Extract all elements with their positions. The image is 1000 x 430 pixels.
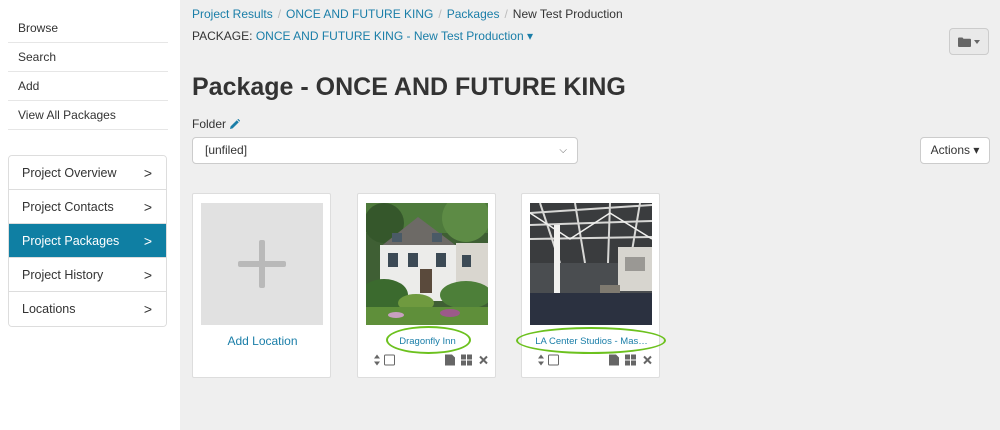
location-name-link[interactable]: Dragonfly Inn [358,336,497,347]
package-label: PACKAGE: [192,29,253,43]
sidebar-top-links: Browse Search Add View All Packages [8,14,168,130]
sidebar: Browse Search Add View All Packages Proj… [0,0,180,430]
sort-icon[interactable] [374,354,380,366]
project-nav-overview[interactable]: Project Overview > [9,156,166,190]
chevron-right-icon: > [143,301,152,317]
location-card: Dragonfly Inn [357,193,496,378]
breadcrumb: Project Results / ONCE AND FUTURE KING / Pac… [192,7,623,21]
chevron-right-icon: > [143,233,152,249]
chevron-down-icon: ⌵ [559,145,567,156]
project-nav-contacts[interactable]: Project Contacts > [9,190,166,224]
breadcrumb-link-packages[interactable]: Packages [447,7,500,21]
location-photo[interactable] [366,203,488,325]
location-name-link[interactable]: LA Center Studios - Mas… [522,336,661,347]
sidebar-link-view-all-packages[interactable]: View All Packages [8,101,168,130]
folder-select-value: [unfiled] [205,143,248,157]
checkbox-icon[interactable] [548,354,559,366]
project-nav: Project Overview > Project Contacts > Pr… [8,155,167,327]
breadcrumb-separator: / [438,7,442,21]
caret-down-icon [974,39,980,44]
pencil-icon[interactable] [229,118,241,130]
location-photo[interactable] [530,203,652,325]
location-card: LA Center Studios - Mas… [516,193,666,378]
sidebar-link-search[interactable]: Search [8,43,168,72]
card-toolbar [368,354,488,368]
sidebar-link-add[interactable]: Add [8,72,168,101]
folder-select[interactable]: [unfiled] ⌵ [192,137,578,164]
remove-icon[interactable] [643,354,652,366]
folder-menu-button[interactable] [949,28,989,55]
package-line: PACKAGE: ONCE AND FUTURE KING - New Test… [192,29,533,43]
file-icon[interactable] [609,354,619,366]
chevron-right-icon: > [143,165,152,181]
project-nav-history[interactable]: Project History > [9,258,166,292]
folder-label-row: Folder [192,117,241,131]
grid-icon[interactable] [461,354,472,366]
add-location-card: Add Location [192,193,331,378]
project-nav-label: Locations [22,302,76,316]
breadcrumb-current: New Test Production [512,7,623,21]
checkbox-icon[interactable] [384,354,395,366]
grid-icon[interactable] [625,354,636,366]
add-location-link[interactable]: Add Location [193,334,332,348]
breadcrumb-separator: / [277,7,282,21]
folder-icon [958,37,971,47]
breadcrumb-link-project-results[interactable]: Project Results [192,7,273,21]
card-toolbar [532,354,652,368]
chevron-right-icon: > [143,267,152,283]
add-location-tile[interactable] [201,203,323,325]
chevron-right-icon: > [143,199,152,215]
package-dropdown[interactable]: ONCE AND FUTURE KING - New Test Producti… [256,29,533,43]
page-title: Package - ONCE AND FUTURE KING [192,73,626,101]
breadcrumb-separator: / [504,7,508,21]
remove-icon[interactable] [479,354,488,366]
sidebar-link-browse[interactable]: Browse [8,14,168,43]
project-nav-locations[interactable]: Locations > [9,292,166,326]
project-nav-label: Project Packages [22,234,120,248]
project-nav-label: Project History [22,268,104,282]
project-nav-packages[interactable]: Project Packages > [9,224,166,258]
actions-button[interactable]: Actions ▾ [920,137,990,164]
main-content: Project Results / ONCE AND FUTURE KING / Pac… [180,0,1000,430]
sort-icon[interactable] [538,354,544,366]
breadcrumb-link-project[interactable]: ONCE AND FUTURE KING [286,7,433,21]
project-nav-label: Project Contacts [22,200,114,214]
folder-label: Folder [192,117,227,131]
file-icon[interactable] [445,354,455,366]
project-nav-label: Project Overview [22,166,117,180]
